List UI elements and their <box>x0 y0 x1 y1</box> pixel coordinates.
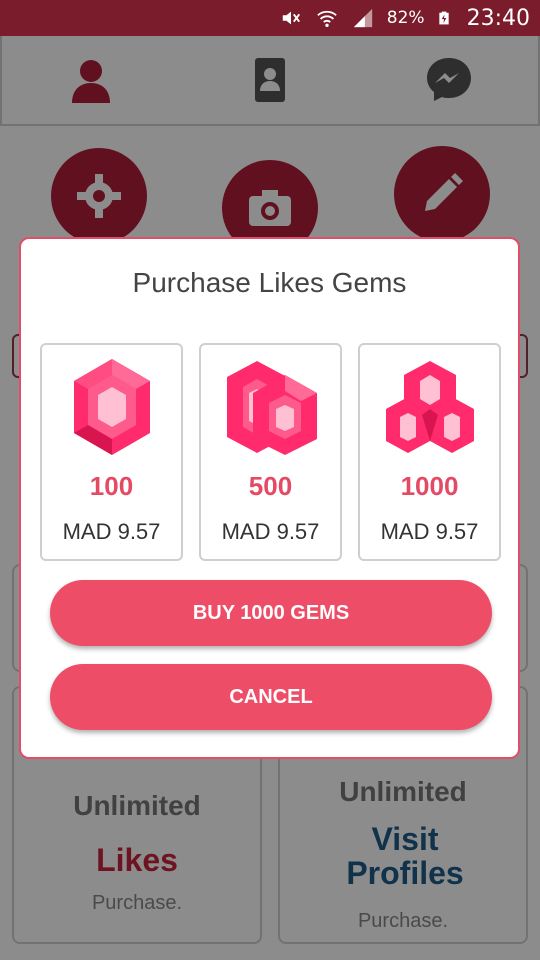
battery-icon <box>438 11 449 25</box>
wifi-icon <box>317 10 337 27</box>
buy-gems-button[interactable]: BUY 1000 GEMS <box>50 580 492 646</box>
double-gem-icon <box>227 361 317 455</box>
gem-option-100[interactable]: 100 MAD 9.57 <box>40 343 183 561</box>
gem-option-500[interactable]: 500 MAD 9.57 <box>199 343 342 561</box>
cancel-button[interactable]: CANCEL <box>50 664 492 730</box>
clock: 23:40 <box>466 5 530 31</box>
gem-price: MAD 9.57 <box>380 519 479 544</box>
gem-quantity: 500 <box>248 471 293 501</box>
battery-percentage: 82% <box>386 8 425 28</box>
mute-icon <box>282 11 300 25</box>
status-bar: 82% 23:40 <box>0 0 540 36</box>
gem-price: MAD 9.57 <box>62 519 161 544</box>
signal-icon <box>353 8 372 28</box>
single-gem-icon <box>74 359 150 455</box>
gem-option-1000[interactable]: 1000 MAD 9.57 <box>358 343 501 561</box>
gem-quantity: 100 <box>89 471 134 501</box>
cluster-gem-icon <box>386 361 474 453</box>
gem-quantity: 1000 <box>400 471 459 501</box>
dialog-title: Purchase Likes Gems <box>132 267 407 298</box>
gem-price: MAD 9.57 <box>221 519 320 544</box>
purchase-gems-dialog: Purchase Likes Gems 100 MAD 9.57 500 MAD… <box>19 237 520 759</box>
